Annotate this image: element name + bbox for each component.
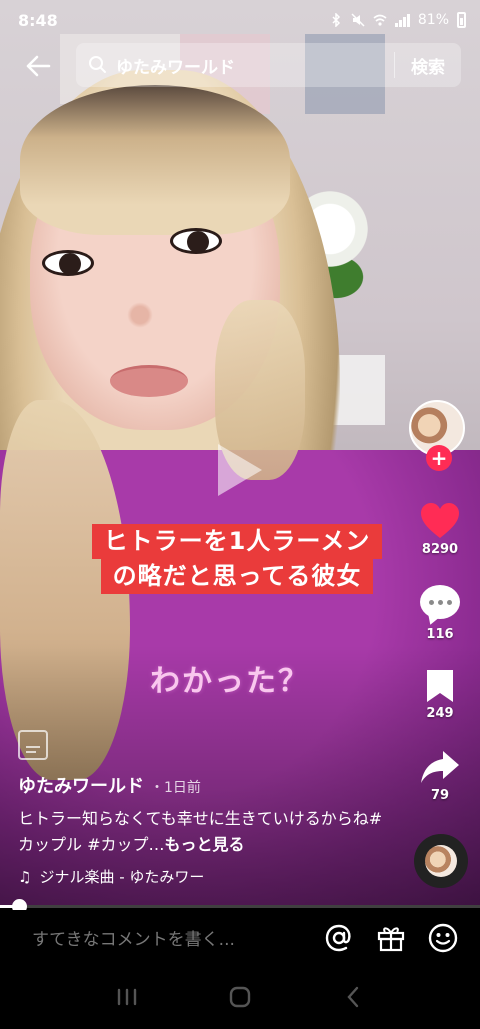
person-eye	[42, 250, 94, 276]
author-name[interactable]: ゆたみワールド	[18, 772, 144, 798]
like-count: 8290	[421, 542, 459, 557]
search-bar[interactable]: ゆたみワールド 検索	[76, 43, 461, 87]
video-caption: ヒトラーを1人ラーメン の略だと思ってる彼女	[67, 524, 407, 595]
play-icon[interactable]	[214, 440, 266, 500]
caption-line-1: ヒトラーを1人ラーメン	[91, 524, 383, 560]
arrow-left-icon	[26, 55, 51, 77]
gift-icon	[377, 926, 405, 951]
chevron-left-icon	[347, 986, 359, 1008]
mention-button[interactable]	[324, 923, 354, 953]
mute-icon	[351, 13, 365, 27]
home-button[interactable]	[225, 982, 255, 1012]
playback-progress-bar[interactable]	[0, 899, 480, 914]
signal-icon	[394, 13, 410, 27]
person-eye	[170, 228, 222, 254]
emoji-button[interactable]	[428, 923, 458, 953]
video-subtext: わかった？	[150, 664, 310, 699]
share-count: 79	[430, 788, 450, 803]
post-description[interactable]: ヒトラー知らなくても幸せに生きていけるからね#カップル #カップ…もっと見る	[18, 806, 388, 858]
smiley-icon	[428, 923, 458, 952]
like-button[interactable]: 8290	[414, 502, 466, 557]
music-disc[interactable]	[414, 834, 468, 888]
search-icon	[89, 56, 106, 73]
status-icons: 81%	[329, 12, 466, 28]
person-bangs	[20, 85, 290, 235]
person-mouth	[110, 365, 188, 397]
creator-avatar[interactable]: +	[409, 400, 467, 471]
person-nose	[125, 300, 155, 330]
back-button[interactable]	[20, 48, 56, 84]
search-button[interactable]: 検索	[395, 53, 461, 78]
comment-count: 116	[426, 627, 454, 642]
follow-button[interactable]: +	[426, 445, 452, 471]
caption-line-2: の略だと思ってる彼女	[100, 559, 374, 595]
status-time: 8:48	[18, 10, 58, 30]
battery-icon	[457, 12, 466, 28]
share-icon	[421, 751, 459, 783]
wifi-icon	[373, 14, 387, 26]
recent-apps-button[interactable]	[112, 982, 142, 1012]
bluetooth-icon	[332, 13, 340, 27]
music-info[interactable]: ♫ ジナル楽曲 - ゆたみワー	[18, 866, 204, 887]
comment-input[interactable]: すてきなコメントを書く...	[32, 925, 324, 950]
more-link[interactable]: もっと見る	[165, 835, 245, 854]
status-bar: 8:48 81%	[0, 0, 480, 40]
battery-percent: 81%	[417, 12, 449, 28]
recent-apps-icon	[117, 988, 136, 1006]
heart-icon	[421, 503, 459, 538]
search-input[interactable]: ゆたみワールド	[116, 53, 394, 78]
music-note-icon: ♫	[18, 867, 32, 886]
author-row: ゆたみワールド ・1日前	[18, 772, 201, 798]
comment-bar: すてきなコメントを書く...	[0, 910, 480, 965]
comment-button[interactable]: 116	[414, 585, 466, 642]
share-button[interactable]: 79	[414, 748, 466, 803]
home-icon	[229, 986, 251, 1008]
bookmark-count: 249	[426, 706, 454, 721]
comment-icon	[420, 585, 460, 619]
nav-back-button[interactable]	[338, 982, 368, 1012]
music-disc-avatar	[425, 845, 457, 877]
music-title: ジナル楽曲 - ゆたみワー	[39, 868, 205, 886]
gift-button[interactable]	[376, 923, 406, 953]
bookmark-button[interactable]: 249	[414, 668, 466, 721]
bookmark-icon	[427, 670, 453, 702]
system-nav-bar	[0, 965, 480, 1029]
post-date: ・1日前	[150, 780, 201, 796]
captions-icon[interactable]	[18, 730, 48, 760]
at-icon	[325, 924, 351, 951]
